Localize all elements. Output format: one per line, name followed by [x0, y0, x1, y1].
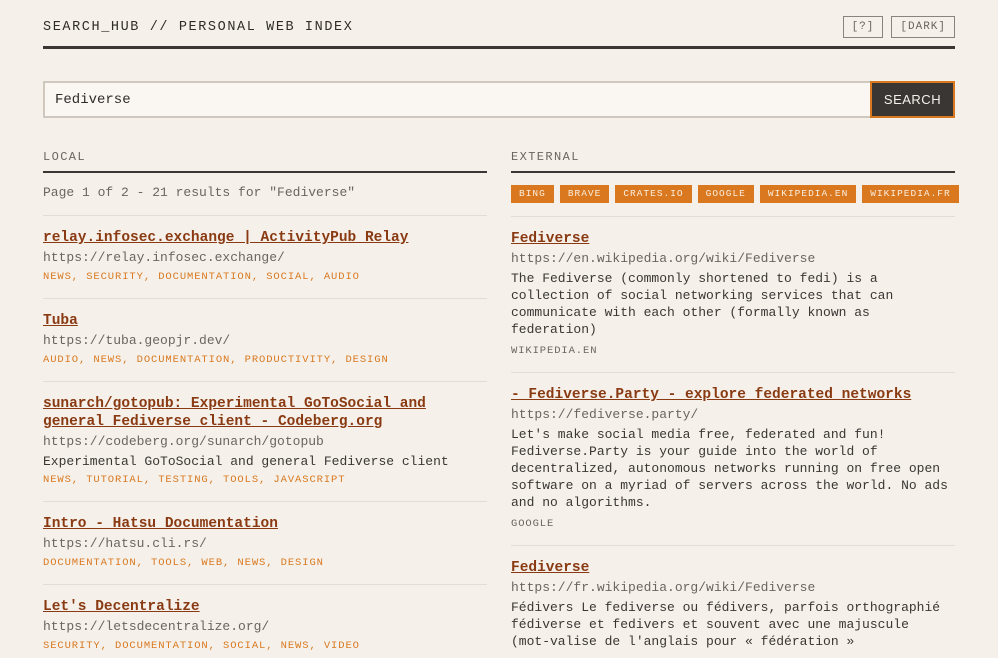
local-column: LOCAL Page 1 of 2 - 21 results for "Fedi…: [43, 148, 487, 658]
result-tags: NEWS, SECURITY, DOCUMENTATION, SOCIAL, A…: [43, 271, 360, 283]
result-tags: SECURITY, DOCUMENTATION, SOCIAL, NEWS, V…: [43, 640, 360, 652]
result-description: Experimental GoToSocial and general Fedi…: [43, 454, 449, 469]
dark-mode-button[interactable]: [DARK]: [891, 16, 955, 38]
engine-filters: BING BRAVE CRATES.IO GOOGLE WIKIPEDIA.EN WIKI…: [511, 173, 959, 217]
search-input[interactable]: [43, 81, 870, 118]
result-source: GOOGLE: [511, 518, 555, 530]
result-title-link[interactable]: Tuba: [43, 312, 487, 330]
local-result: sunarch/gotopub: Experimental GoToSocial…: [43, 382, 487, 502]
site-title: SEARCH_HUB // PERSONAL WEB INDEX: [43, 20, 354, 35]
external-heading: EXTERNAL: [511, 148, 955, 173]
local-result: Tuba https://tuba.geopjr.dev/AUDIO, NEWS,…: [43, 299, 487, 382]
result-url: https://fr.wikipedia.org/wiki/Fediverse: [511, 580, 816, 595]
result-tags: AUDIO, NEWS, DOCUMENTATION, PRODUCTIVITY…: [43, 354, 389, 366]
result-title-link[interactable]: Let's Decentralize: [43, 598, 487, 616]
result-description: The Fediverse (commonly shortened to fed…: [511, 271, 894, 337]
result-url: https://hatsu.cli.rs/: [43, 536, 207, 551]
result-title-link[interactable]: Intro - Hatsu Documentation: [43, 515, 487, 533]
header: SEARCH_HUB // PERSONAL WEB INDEX [?] [DA…: [43, 0, 955, 49]
result-title-link[interactable]: Fediverse: [511, 559, 955, 577]
result-url: https://relay.infosec.exchange/: [43, 250, 285, 265]
external-results: Fediverse https://en.wikipedia.org/wiki/F…: [511, 217, 955, 658]
header-buttons: [?] [DARK]: [842, 16, 955, 38]
result-tags: DOCUMENTATION, TOOLS, WEB, NEWS, DESIGN: [43, 557, 324, 569]
page-info: Page 1 of 2 - 21 results for "Fediverse": [43, 173, 487, 216]
local-result: Intro - Hatsu Documentation https://hatsu…: [43, 502, 487, 585]
external-result: Fediverse https://en.wikipedia.org/wiki/F…: [511, 217, 955, 373]
local-results: relay.infosec.exchange | ActivityPub Rel…: [43, 216, 487, 658]
engine-filter-bing[interactable]: BING: [511, 185, 554, 203]
result-title-link[interactable]: relay.infosec.exchange | ActivityPub Rel…: [43, 229, 487, 247]
result-url: https://tuba.geopjr.dev/: [43, 333, 231, 348]
local-result: relay.infosec.exchange | ActivityPub Rel…: [43, 216, 487, 299]
engine-filter-google[interactable]: GOOGLE: [697, 185, 754, 203]
result-description: Fédivers Le fediverse ou fédivers, parfo…: [511, 600, 941, 649]
engine-filter-crates-io[interactable]: CRATES.IO: [615, 185, 692, 203]
result-url: https://letsdecentralize.org/: [43, 619, 270, 634]
page: SEARCH_HUB // PERSONAL WEB INDEX [?] [DA…: [43, 0, 959, 658]
engine-filter-wikipedia-en[interactable]: WIKIPEDIA.EN: [759, 185, 857, 203]
help-button[interactable]: [?]: [842, 16, 884, 38]
result-tags: NEWS, TUTORIAL, TESTING, TOOLS, JAVASCRI…: [43, 474, 346, 486]
search-button[interactable]: SEARCH: [870, 81, 955, 118]
result-title-link[interactable]: sunarch/gotopub: Experimental GoToSocial…: [43, 395, 487, 431]
engine-filter-brave[interactable]: BRAVE: [559, 185, 610, 203]
external-result: Fediverse https://fr.wikipedia.org/wiki/F…: [511, 546, 955, 658]
engine-filter-wikipedia-fr[interactable]: WIKIPEDIA.FR: [862, 185, 959, 203]
external-result: - Fediverse.Party - explore federated ne…: [511, 373, 955, 546]
result-url: https://codeberg.org/sunarch/gotopub: [43, 434, 324, 449]
result-url: https://fediverse.party/: [511, 407, 699, 422]
search-bar: SEARCH: [43, 81, 955, 118]
local-heading: LOCAL: [43, 148, 487, 173]
external-column: EXTERNAL BING BRAVE CRATES.IO GOOGLE WIKIPED…: [511, 148, 959, 658]
result-title-link[interactable]: - Fediverse.Party - explore federated ne…: [511, 386, 955, 404]
result-url: https://en.wikipedia.org/wiki/Fediverse: [511, 251, 816, 266]
result-title-link[interactable]: Fediverse: [511, 230, 955, 248]
local-result: Let's Decentralize https://letsdecentrali…: [43, 585, 487, 658]
result-description: Let's make social media free, federated …: [511, 427, 948, 510]
result-source: WIKIPEDIA.FR: [511, 654, 955, 658]
result-source: WIKIPEDIA.EN: [511, 345, 598, 357]
